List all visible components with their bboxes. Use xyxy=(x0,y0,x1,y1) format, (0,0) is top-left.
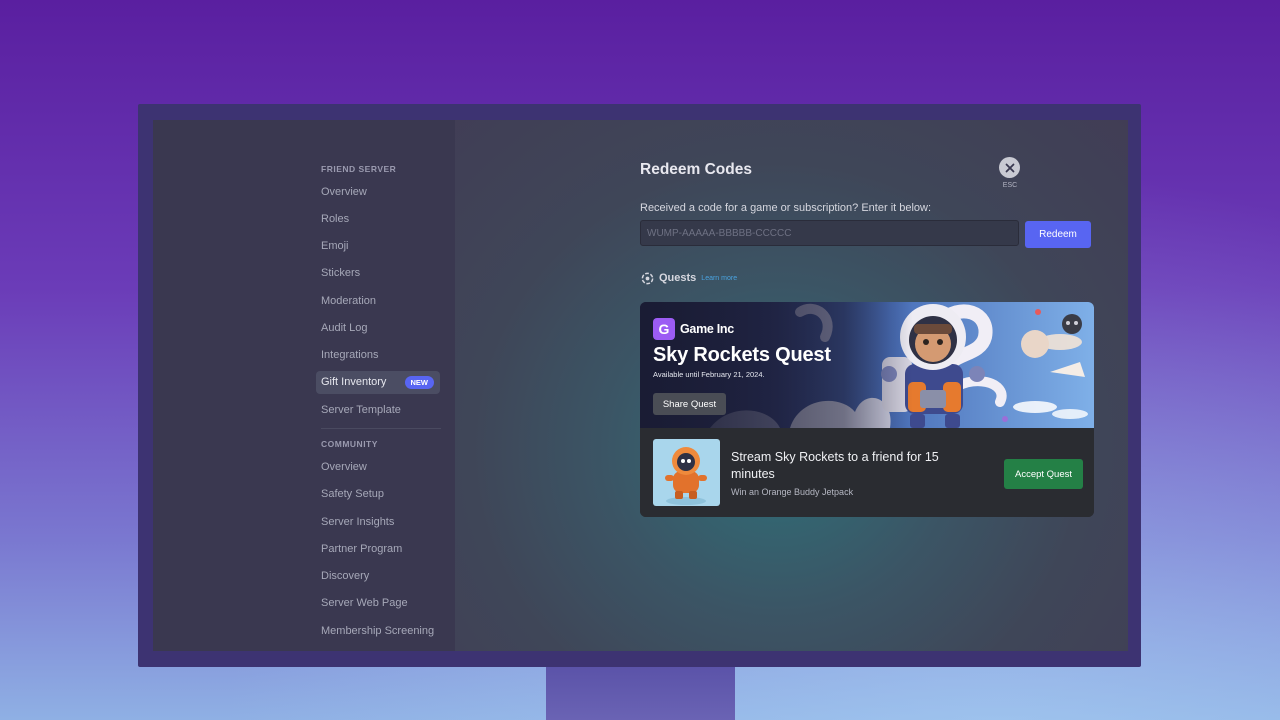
sidebar-item-safety-setup[interactable]: Safety Setup xyxy=(317,483,447,506)
sidebar-item-integrations[interactable]: Integrations xyxy=(317,344,447,367)
sidebar-item-emoji[interactable]: Emoji xyxy=(317,235,447,258)
orange-buddy-thumbnail xyxy=(653,439,720,506)
accept-quest-button[interactable]: Accept Quest xyxy=(1004,459,1083,489)
sidebar-item-roles[interactable]: Roles xyxy=(317,208,447,231)
learn-more-link[interactable]: Learn more xyxy=(701,275,737,282)
sidebar-item-server-template[interactable]: Server Template xyxy=(317,399,447,422)
esc-label: ESC xyxy=(1002,182,1018,189)
quest-card: G Game Inc Sky Rockets Quest Available u… xyxy=(640,302,1094,517)
quest-details: Stream Sky Rockets to a friend for 15 mi… xyxy=(640,428,1094,517)
sidebar-item-discovery[interactable]: Discovery xyxy=(317,565,447,588)
redeem-button[interactable]: Redeem xyxy=(1025,221,1091,248)
quest-availability: Available until February 21, 2024. xyxy=(653,370,765,379)
game-inc-logo-icon: G xyxy=(653,318,675,340)
reward-thumbnail xyxy=(653,439,720,506)
sidebar-item-label: Gift Inventory xyxy=(321,376,387,388)
quest-reward: Win an Orange Buddy Jetpack xyxy=(731,487,854,497)
sidebar-item-community-overview[interactable]: Overview xyxy=(317,456,447,479)
sidebar-item-server-insights[interactable]: Server Insights xyxy=(317,511,447,534)
sidebar-item-server-web-page[interactable]: Server Web Page xyxy=(317,592,447,615)
quests-label: Quests xyxy=(659,272,697,284)
page-title: Redeem Codes xyxy=(640,161,752,178)
redeem-prompt: Received a code for a game or subscripti… xyxy=(640,202,932,214)
brand-row: G Game Inc xyxy=(653,318,734,340)
section-header-community: COMMUNITY xyxy=(321,439,378,449)
section-header-friend-server: FRIEND SERVER xyxy=(321,164,397,174)
brand-name: Game Inc xyxy=(680,322,734,336)
quest-title: Sky Rockets Quest xyxy=(653,344,831,366)
sidebar-divider xyxy=(321,428,441,429)
sidebar-item-gift-inventory[interactable]: Gift Inventory NEW xyxy=(316,371,440,394)
quest-hero: G Game Inc Sky Rockets Quest Available u… xyxy=(640,302,1094,428)
new-badge: NEW xyxy=(404,376,434,389)
share-quest-button[interactable]: Share Quest xyxy=(653,393,726,415)
settings-content: Redeem Codes ESC Received a code for a g… xyxy=(455,120,1128,651)
code-input[interactable] xyxy=(640,220,1019,246)
sidebar-item-moderation[interactable]: Moderation xyxy=(317,290,447,313)
sidebar-item-partner-program[interactable]: Partner Program xyxy=(317,538,447,561)
quest-task: Stream Sky Rockets to a friend for 15 mi… xyxy=(731,450,939,481)
close-icon xyxy=(1005,163,1014,172)
close-button[interactable] xyxy=(999,157,1020,178)
settings-sidebar: FRIEND SERVER Overview Roles Emoji Stick… xyxy=(153,120,455,651)
sidebar-item-stickers[interactable]: Stickers xyxy=(317,262,447,285)
sidebar-item-overview[interactable]: Overview xyxy=(317,181,447,204)
sidebar-item-membership-screening[interactable]: Membership Screening xyxy=(317,620,447,643)
sidebar-item-audit-log[interactable]: Audit Log xyxy=(317,317,447,340)
quests-icon xyxy=(641,272,654,284)
monitor-stand xyxy=(546,664,735,720)
app-window: FRIEND SERVER Overview Roles Emoji Stick… xyxy=(153,120,1128,651)
quests-header: Quests Learn more xyxy=(640,270,737,286)
